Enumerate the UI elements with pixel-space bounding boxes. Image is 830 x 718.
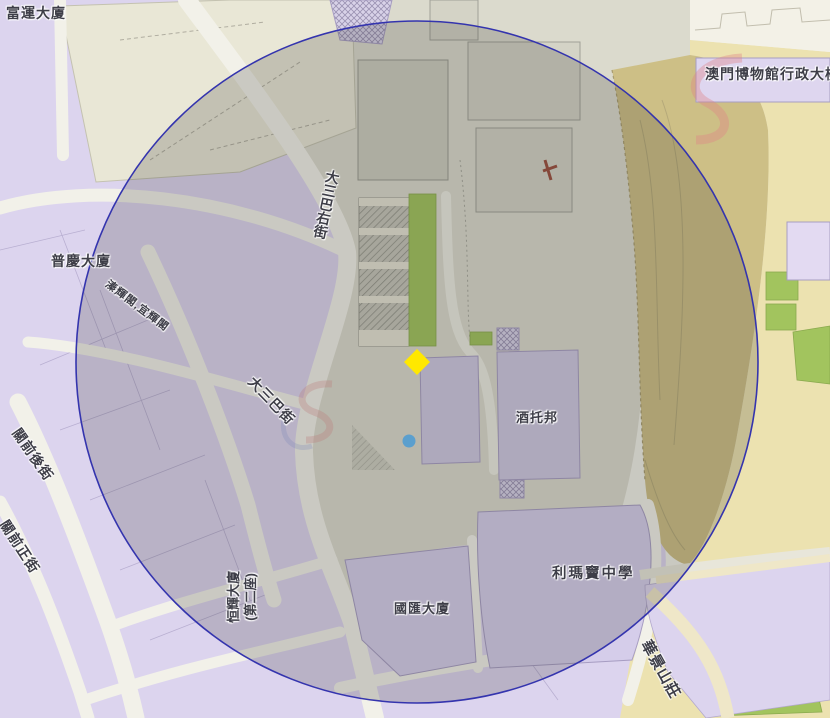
map-layers <box>0 0 830 718</box>
map-canvas[interactable]: 富運大廈 澳門博物館行政大樓 普慶大廈 溱輝閣,宜輝閣 大三巴右街 大三巴街 關… <box>0 0 830 718</box>
poi-dot-marker[interactable] <box>403 435 416 448</box>
